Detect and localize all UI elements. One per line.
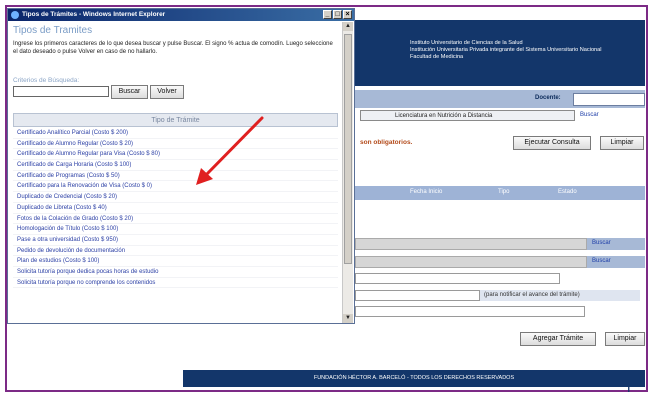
arrow-shaft	[203, 116, 264, 178]
annotation-arrow	[196, 116, 264, 185]
